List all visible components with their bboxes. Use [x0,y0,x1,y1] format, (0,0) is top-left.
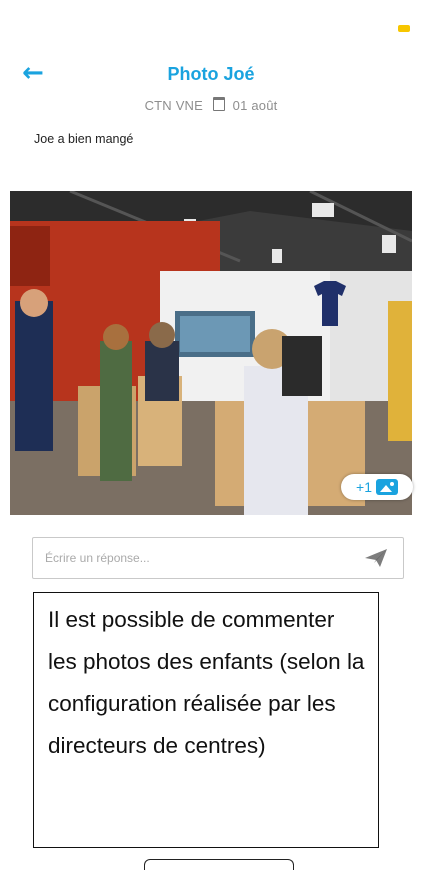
header: ← Photo Joé [0,60,422,90]
post-caption: Joe a bien mangé [34,132,134,146]
info-note: Il est possible de commenter les photos … [33,592,379,848]
reply-field [32,537,404,579]
image-icon [375,479,398,495]
send-button[interactable] [363,547,389,569]
more-photos-badge[interactable]: +1 [341,474,413,500]
post-photo[interactable] [10,191,412,515]
author: CTN VNE [144,98,204,113]
post-meta: CTN VNE 01 août [0,97,422,113]
photo-illustration [10,191,412,515]
status-indicator [398,25,410,32]
send-icon [365,549,387,567]
calendar-icon [212,97,225,111]
page-title: Photo Joé [167,64,255,84]
more-photos-count: +1 [356,479,372,495]
reply-input[interactable] [43,538,347,578]
post-date: 01 août [232,98,278,113]
